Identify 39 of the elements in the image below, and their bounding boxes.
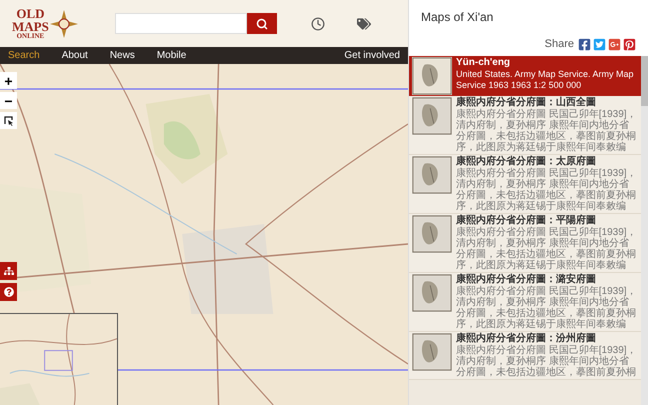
- result-title: 康熙内府分省分府圖：汾州府圖: [456, 333, 597, 344]
- result-description: 康熙内府分省分府圖 民国己卯年[1939]，清内府制，夏孙桐序 康熙年间内地分省分府圖，未包括边疆地区，摹图前夏孙桐: [456, 345, 638, 378]
- result-title: 康熙内府分省分府圖：平陽府圖: [456, 215, 597, 226]
- result-description: 康熙内府分省分府圖 民国己卯年[1939]，清内府制，夏孙桐序 康熙年间内地分省分府圖，未包括边疆地区，摹图前夏孙桐序，此图原为蒋廷锡于康熙年间奉敕编: [456, 286, 638, 330]
- twitter-icon[interactable]: [593, 38, 606, 51]
- result-description: 康熙内府分省分府圖 民国己卯年[1939]，清内府制，夏孙桐序 康熙年间内地分省分府圖，未包括边疆地区，摹图前夏孙桐序，此图原为蒋廷锡于康熙年间奉敕编: [456, 168, 638, 212]
- history-button[interactable]: [308, 14, 327, 32]
- search-field[interactable]: [114, 13, 247, 34]
- nav-link[interactable]: About: [62, 48, 88, 63]
- nav-link[interactable]: News: [110, 48, 135, 63]
- result-title: 康熙内府分省分府圖：太原府圖: [456, 156, 597, 168]
- nav-link[interactable]: Get involved: [344, 48, 400, 63]
- result-item[interactable]: 康熙内府分省分府圖：潞安府圖 康熙内府分省分府圖 民国己卯年[1939]，清内府制，夏孙桐序 康熙年间内地分省分府圖，未包括边疆地区，摹图前夏孙桐序，此图原为蒋廷锡于康熙年间奉敕编: [409, 273, 641, 332]
- result-description: 康熙内府分省分府圖 民国己卯年[1939]，清内府制，夏孙桐序 康熙年间内地分省分府圖，未包括边疆地区，摹图前夏孙桐序，此图原为蒋廷锡于康熙年间奉敕编: [456, 109, 638, 153]
- result-item[interactable]: 康熙内府分省分府圖：平陽府圖 康熙内府分省分府圖 民国己卯年[1939]，清内府制，夏孙桐序 康熙年间内地分省分府圖，未包括边疆地区，摹图前夏孙桐序，此图原为蒋廷锡于康熙年间奉敕编: [409, 214, 641, 273]
- result-title: Yün-ch'eng: [456, 57, 512, 69]
- search-icon: [256, 18, 268, 30]
- result-title: 康熙内府分省分府圖：潞安府圖: [456, 274, 597, 286]
- google-plus-icon[interactable]: [608, 38, 621, 51]
- result-title: 康熙内府分省分府圖：山西全圖: [456, 97, 597, 108]
- search-button[interactable]: [246, 13, 277, 34]
- result-item[interactable]: Yün-ch'eng United States. Army Map Service. Army Map Service 1963 1963 1:2 500 000: [409, 56, 641, 96]
- result-description: 康熙内府分省分府圖 民国己卯年[1939]，清内府制，夏孙桐序 康熙年间内地分省分府圖，未包括边疆地区，摹图前夏孙桐序，此图原为蒋廷锡于康熙年间奉敕编: [456, 227, 638, 271]
- result-description: United States. Army Map Service. Army Map Service 1963 1963 1:2 500 000: [456, 69, 635, 91]
- facebook-icon[interactable]: [578, 38, 591, 51]
- tags-icon: [356, 16, 371, 30]
- result-item[interactable]: 康熙内府分省分府圖：汾州府圖 康熙内府分省分府圖 民国己卯年[1939]，清内府制，夏孙桐序 康熙年间内地分省分府圖，未包括边疆地区，摹图前夏孙桐: [409, 332, 641, 380]
- nav-link[interactable]: Mobile: [156, 48, 186, 63]
- result-item[interactable]: 康熙内府分省分府圖：山西全圖 康熙内府分省分府圖 民国己卯年[1939]，清内府制，夏孙桐序 康熙年间内地分省分府圖，未包括边疆地区，摹图前夏孙桐序，此图原为蒋廷锡于康熙年间奉敕编: [409, 96, 641, 155]
- share-label: Share: [544, 37, 574, 52]
- logo-text: OLD: [16, 7, 44, 20]
- clock-icon: [310, 16, 325, 30]
- scrollbar-thumb[interactable]: [641, 56, 648, 106]
- logo-text: MAPS: [12, 20, 49, 33]
- result-item[interactable]: 康熙内府分省分府圖：太原府圖 康熙内府分省分府圖 民国己卯年[1939]，清内府制，夏孙桐序 康熙年间内地分省分府圖，未包括边疆地区，摹图前夏孙桐序，此图原为蒋廷锡于康熙年间奉敕编: [409, 155, 641, 214]
- compass-icon: [48, 8, 79, 38]
- panel-title: Maps of Xi'an: [421, 9, 494, 26]
- pinterest-icon[interactable]: [623, 38, 636, 51]
- nav-link[interactable]: Search: [8, 48, 40, 63]
